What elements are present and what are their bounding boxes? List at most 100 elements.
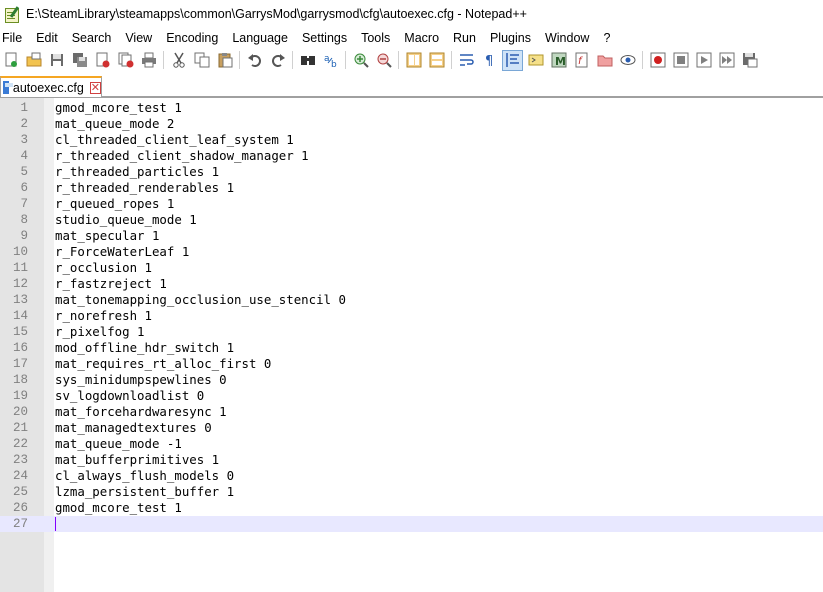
doc-map-icon[interactable]: M: [548, 50, 569, 71]
menu-tools[interactable]: Tools: [354, 31, 397, 45]
editor-line[interactable]: 9 mat_specular 1: [0, 228, 823, 244]
close-tab-icon[interactable]: ✕: [89, 81, 101, 94]
replace-icon[interactable]: ab: [320, 50, 341, 71]
code-text[interactable]: sys_minidumpspewlines 0: [55, 372, 227, 388]
save-all-icon[interactable]: [69, 50, 90, 71]
folder-workspace-icon[interactable]: [594, 50, 615, 71]
code-text[interactable]: studio_queue_mode 1: [55, 212, 197, 228]
code-text[interactable]: lzma_persistent_buffer 1: [55, 484, 234, 500]
editor-line[interactable]: 7 r_queued_ropes 1: [0, 196, 823, 212]
menu-run[interactable]: Run: [446, 31, 483, 45]
code-text[interactable]: mat_bufferprimitives 1: [55, 452, 219, 468]
code-text[interactable]: r_pixelfog 1: [55, 324, 145, 340]
menu-view[interactable]: View: [118, 31, 159, 45]
menu-plugins[interactable]: Plugins: [483, 31, 538, 45]
editor-line[interactable]: 27: [0, 516, 823, 532]
editor-line[interactable]: 1 gmod_mcore_test 1: [0, 100, 823, 116]
editor-line[interactable]: 20 mat_forcehardwaresync 1: [0, 404, 823, 420]
editor-line[interactable]: 21 mat_managedtextures 0: [0, 420, 823, 436]
editor-line[interactable]: 4 r_threaded_client_shadow_manager 1: [0, 148, 823, 164]
copy-icon[interactable]: [191, 50, 212, 71]
menu-window[interactable]: Window: [538, 31, 596, 45]
record-macro-icon[interactable]: [647, 50, 668, 71]
code-text[interactable]: mat_tonemapping_occlusion_use_stencil 0: [55, 292, 346, 308]
menu-language[interactable]: Language: [225, 31, 295, 45]
play-macro-icon[interactable]: [693, 50, 714, 71]
code-text[interactable]: r_occlusion 1: [55, 260, 152, 276]
editor-line[interactable]: 6 r_threaded_renderables 1: [0, 180, 823, 196]
code-text[interactable]: gmod_mcore_test 1: [55, 500, 182, 516]
editor-line[interactable]: 14 r_norefresh 1: [0, 308, 823, 324]
code-text[interactable]: mat_queue_mode 2: [55, 116, 174, 132]
editor-line[interactable]: 5 r_threaded_particles 1: [0, 164, 823, 180]
sync-horizontal-icon[interactable]: [426, 50, 447, 71]
find-icon[interactable]: [297, 50, 318, 71]
menu-macro[interactable]: Macro: [397, 31, 446, 45]
stop-macro-icon[interactable]: [670, 50, 691, 71]
code-text[interactable]: mat_managedtextures 0: [55, 420, 212, 436]
editor-line[interactable]: 22 mat_queue_mode -1: [0, 436, 823, 452]
code-text[interactable]: mat_queue_mode -1: [55, 436, 182, 452]
editor-line[interactable]: 15 r_pixelfog 1: [0, 324, 823, 340]
code-text[interactable]: r_fastzreject 1: [55, 276, 167, 292]
editor[interactable]: 1 gmod_mcore_test 1 2 mat_queue_mode 2 3 cl_t…: [0, 98, 823, 592]
editor-line[interactable]: 17 mat_requires_rt_alloc_first 0: [0, 356, 823, 372]
editor-line[interactable]: 25 lzma_persistent_buffer 1: [0, 484, 823, 500]
editor-line[interactable]: 3 cl_threaded_client_leaf_system 1: [0, 132, 823, 148]
editor-line[interactable]: 23 mat_bufferprimitives 1: [0, 452, 823, 468]
close-icon[interactable]: [92, 50, 113, 71]
editor-line[interactable]: 10 r_ForceWaterLeaf 1: [0, 244, 823, 260]
editor-line[interactable]: 13 mat_tonemapping_occlusion_use_stencil …: [0, 292, 823, 308]
word-wrap-icon[interactable]: [456, 50, 477, 71]
zoom-in-icon[interactable]: [350, 50, 371, 71]
code-text[interactable]: cl_threaded_client_leaf_system 1: [55, 132, 294, 148]
zoom-out-icon[interactable]: [373, 50, 394, 71]
menu-settings[interactable]: Settings: [295, 31, 354, 45]
print-icon[interactable]: [138, 50, 159, 71]
open-file-icon[interactable]: [23, 50, 44, 71]
paste-icon[interactable]: [214, 50, 235, 71]
editor-line[interactable]: 18 sys_minidumpspewlines 0: [0, 372, 823, 388]
menu-search[interactable]: Search: [65, 31, 119, 45]
code-text[interactable]: mat_requires_rt_alloc_first 0: [55, 356, 271, 372]
menu-file[interactable]: File: [0, 31, 29, 45]
editor-line[interactable]: 8 studio_queue_mode 1: [0, 212, 823, 228]
user-defined-lang-icon[interactable]: [525, 50, 546, 71]
save-macro-icon[interactable]: [739, 50, 760, 71]
new-file-icon[interactable]: [0, 50, 21, 71]
redo-icon[interactable]: [267, 50, 288, 71]
editor-line[interactable]: 2 mat_queue_mode 2: [0, 116, 823, 132]
save-icon[interactable]: [46, 50, 67, 71]
code-text[interactable]: gmod_mcore_test 1: [55, 100, 182, 116]
code-text[interactable]: r_threaded_renderables 1: [55, 180, 234, 196]
close-all-icon[interactable]: [115, 50, 136, 71]
show-all-chars-icon[interactable]: ¶: [479, 50, 500, 71]
function-list-icon[interactable]: f: [571, 50, 592, 71]
menu-edit[interactable]: Edit: [29, 31, 65, 45]
editor-lines[interactable]: 1 gmod_mcore_test 1 2 mat_queue_mode 2 3 cl_t…: [0, 100, 823, 532]
indent-guide-icon[interactable]: [502, 49, 523, 71]
code-text[interactable]: r_ForceWaterLeaf 1: [55, 244, 189, 260]
sync-vertical-icon[interactable]: [403, 50, 424, 71]
run-macro-multiple-icon[interactable]: [716, 50, 737, 71]
code-text[interactable]: mat_forcehardwaresync 1: [55, 404, 227, 420]
monitoring-icon[interactable]: [617, 50, 638, 71]
code-text[interactable]: mat_specular 1: [55, 228, 159, 244]
editor-line[interactable]: 24 cl_always_flush_models 0: [0, 468, 823, 484]
editor-line[interactable]: 11 r_occlusion 1: [0, 260, 823, 276]
code-text[interactable]: sv_logdownloadlist 0: [55, 388, 204, 404]
editor-line[interactable]: 26 gmod_mcore_test 1: [0, 500, 823, 516]
menu-encoding[interactable]: Encoding: [159, 31, 225, 45]
tab-autoexec-cfg[interactable]: autoexec.cfg ✕: [0, 76, 102, 97]
code-text[interactable]: r_threaded_client_shadow_manager 1: [55, 148, 309, 164]
undo-icon[interactable]: [244, 50, 265, 71]
editor-line[interactable]: 16 mod_offline_hdr_switch 1: [0, 340, 823, 356]
code-text[interactable]: mod_offline_hdr_switch 1: [55, 340, 234, 356]
menu-help[interactable]: ?: [596, 31, 617, 45]
code-text[interactable]: cl_always_flush_models 0: [55, 468, 234, 484]
editor-line[interactable]: 12 r_fastzreject 1: [0, 276, 823, 292]
code-text[interactable]: r_threaded_particles 1: [55, 164, 219, 180]
code-text[interactable]: r_queued_ropes 1: [55, 196, 174, 212]
editor-line[interactable]: 19 sv_logdownloadlist 0: [0, 388, 823, 404]
code-text[interactable]: r_norefresh 1: [55, 308, 152, 324]
